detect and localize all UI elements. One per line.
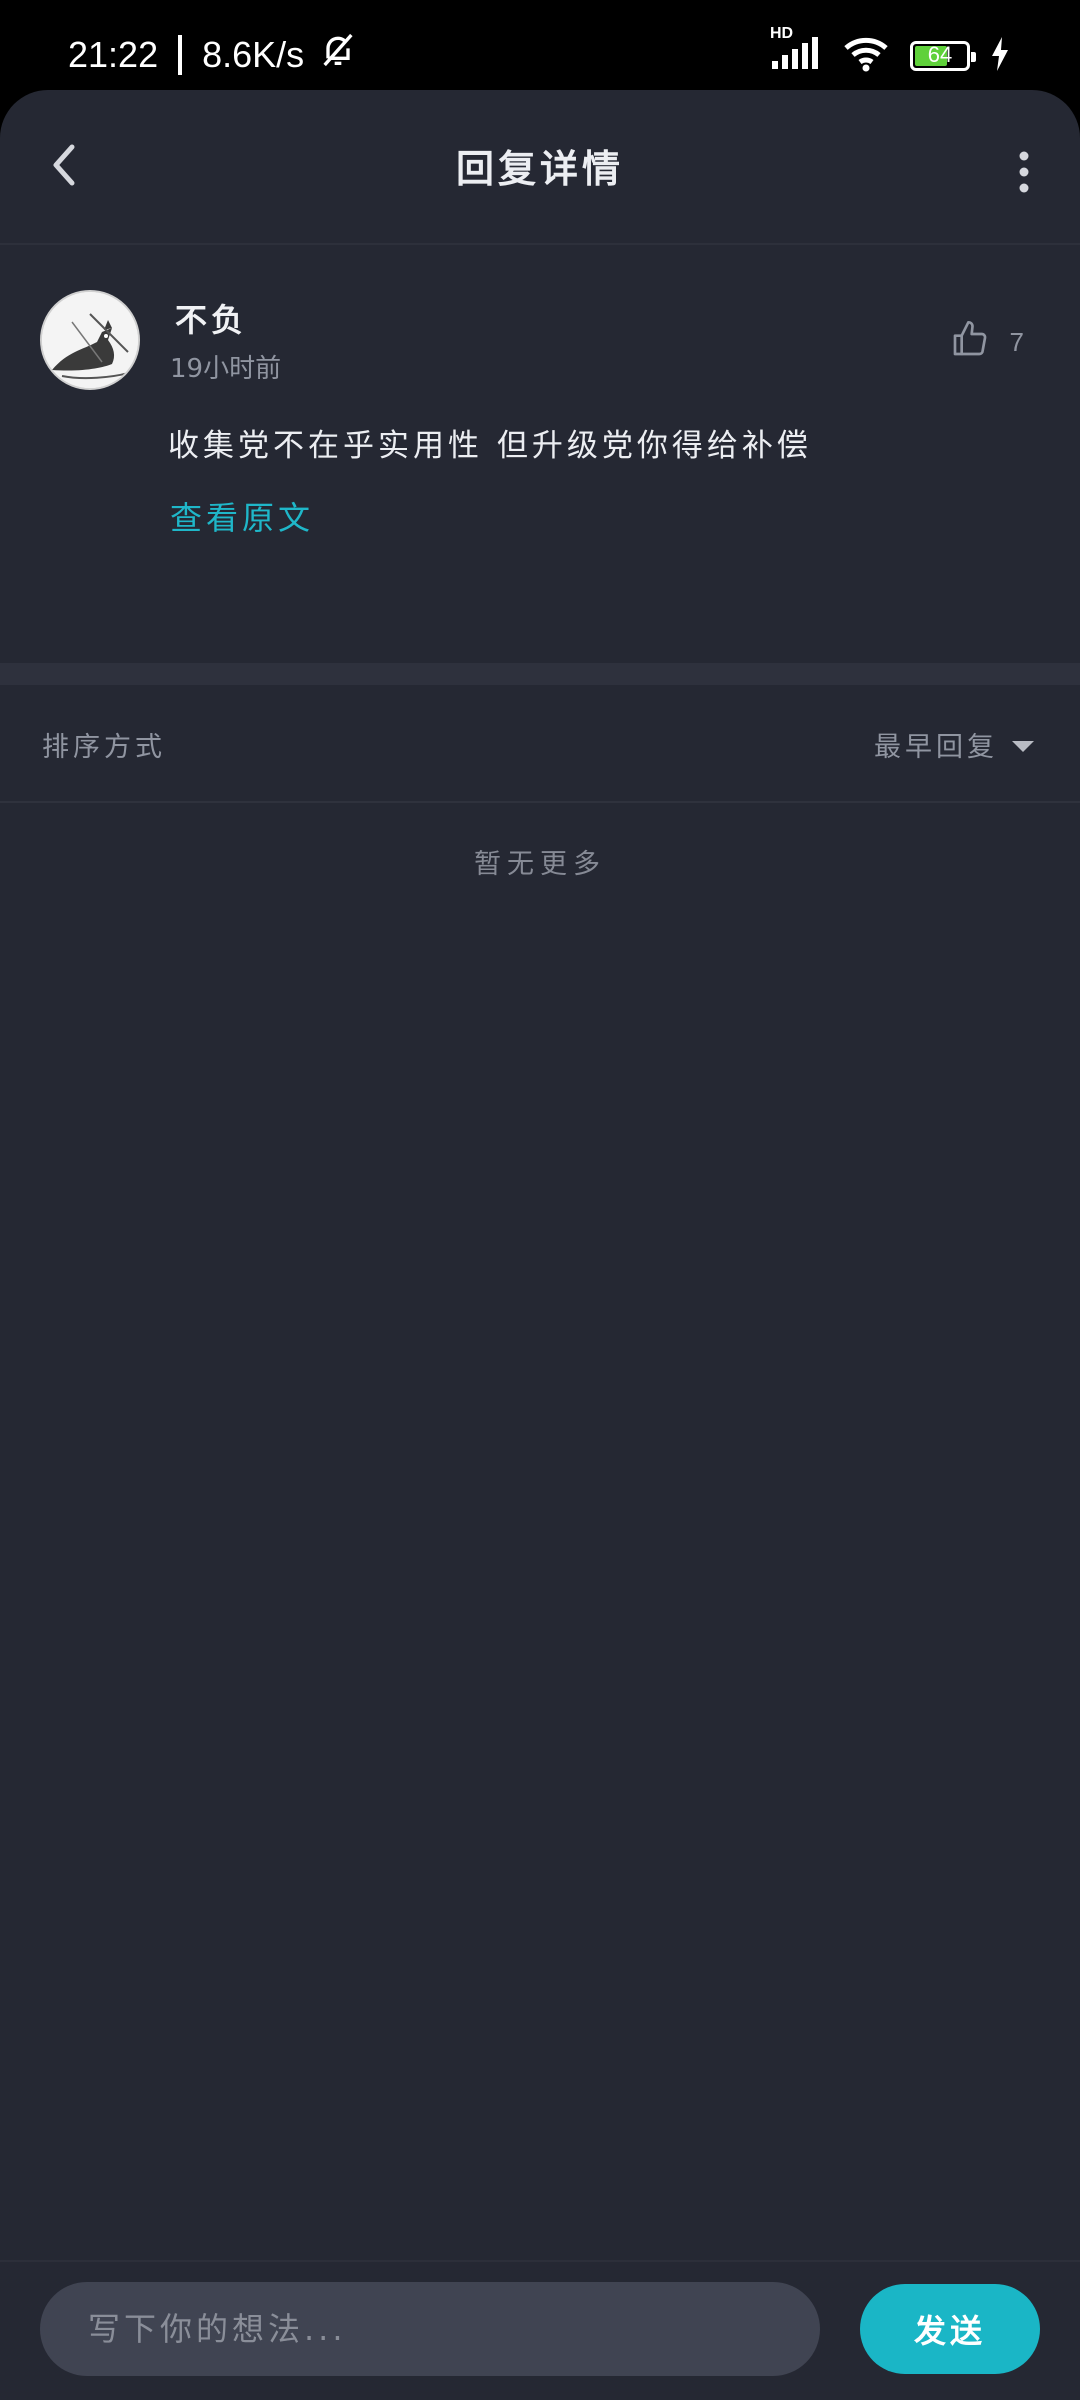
status-bar: 21:22 8.6K/s HD 64 bbox=[0, 0, 1080, 92]
battery-icon: 64 bbox=[910, 41, 976, 71]
mute-bell-icon bbox=[318, 30, 358, 79]
network-speed: 8.6K/s bbox=[202, 33, 305, 75]
status-right: HD 64 bbox=[770, 25, 1010, 76]
reply-input[interactable] bbox=[40, 2282, 820, 2376]
sort-row: 排序方式 最早回复 bbox=[0, 685, 1080, 803]
status-separator bbox=[178, 34, 183, 75]
wifi-icon bbox=[842, 36, 890, 76]
caret-down-icon bbox=[1012, 741, 1034, 752]
empty-list-message: 暂无更多 bbox=[474, 849, 606, 880]
network-badge: HD bbox=[770, 25, 794, 42]
charging-icon bbox=[990, 37, 1010, 75]
status-left: 21:22 8.6K/s bbox=[68, 30, 358, 79]
send-button[interactable]: 发送 bbox=[860, 2284, 1040, 2374]
section-divider bbox=[0, 663, 1080, 685]
avatar[interactable] bbox=[40, 290, 140, 390]
thumbs-up-icon bbox=[950, 318, 990, 367]
like-button[interactable]: 7 bbox=[950, 318, 1024, 367]
more-button[interactable] bbox=[1004, 142, 1044, 202]
sort-label: 排序方式 bbox=[42, 732, 166, 763]
sort-selected-value: 最早回复 bbox=[874, 732, 998, 763]
comment-content: 收集党不在乎实用性 但升级党你得给补偿 bbox=[168, 428, 812, 464]
signal-icon: HD bbox=[770, 25, 822, 75]
view-original-link[interactable]: 查看原文 bbox=[170, 493, 314, 539]
more-vertical-icon bbox=[1004, 151, 1044, 206]
page-title: 回复详情 bbox=[455, 147, 624, 191]
like-count: 7 bbox=[1009, 327, 1024, 357]
top-bar: 回复详情 bbox=[0, 90, 1080, 245]
comment-time: 19小时前 bbox=[170, 354, 282, 384]
reply-detail-screen: 回复详情 不负 19小时前 7 收集党不在乎实用性 但升级党你得给补偿 查看原文… bbox=[0, 90, 1080, 2400]
composer-bar: 发送 bbox=[0, 2260, 1080, 2400]
comment-username[interactable]: 不负 bbox=[175, 295, 247, 341]
battery-tip bbox=[971, 52, 976, 62]
sort-dropdown[interactable]: 最早回复 bbox=[874, 725, 1034, 764]
clock: 21:22 bbox=[68, 33, 159, 75]
avatar-image bbox=[42, 292, 138, 388]
battery-level: 64 bbox=[927, 42, 953, 67]
